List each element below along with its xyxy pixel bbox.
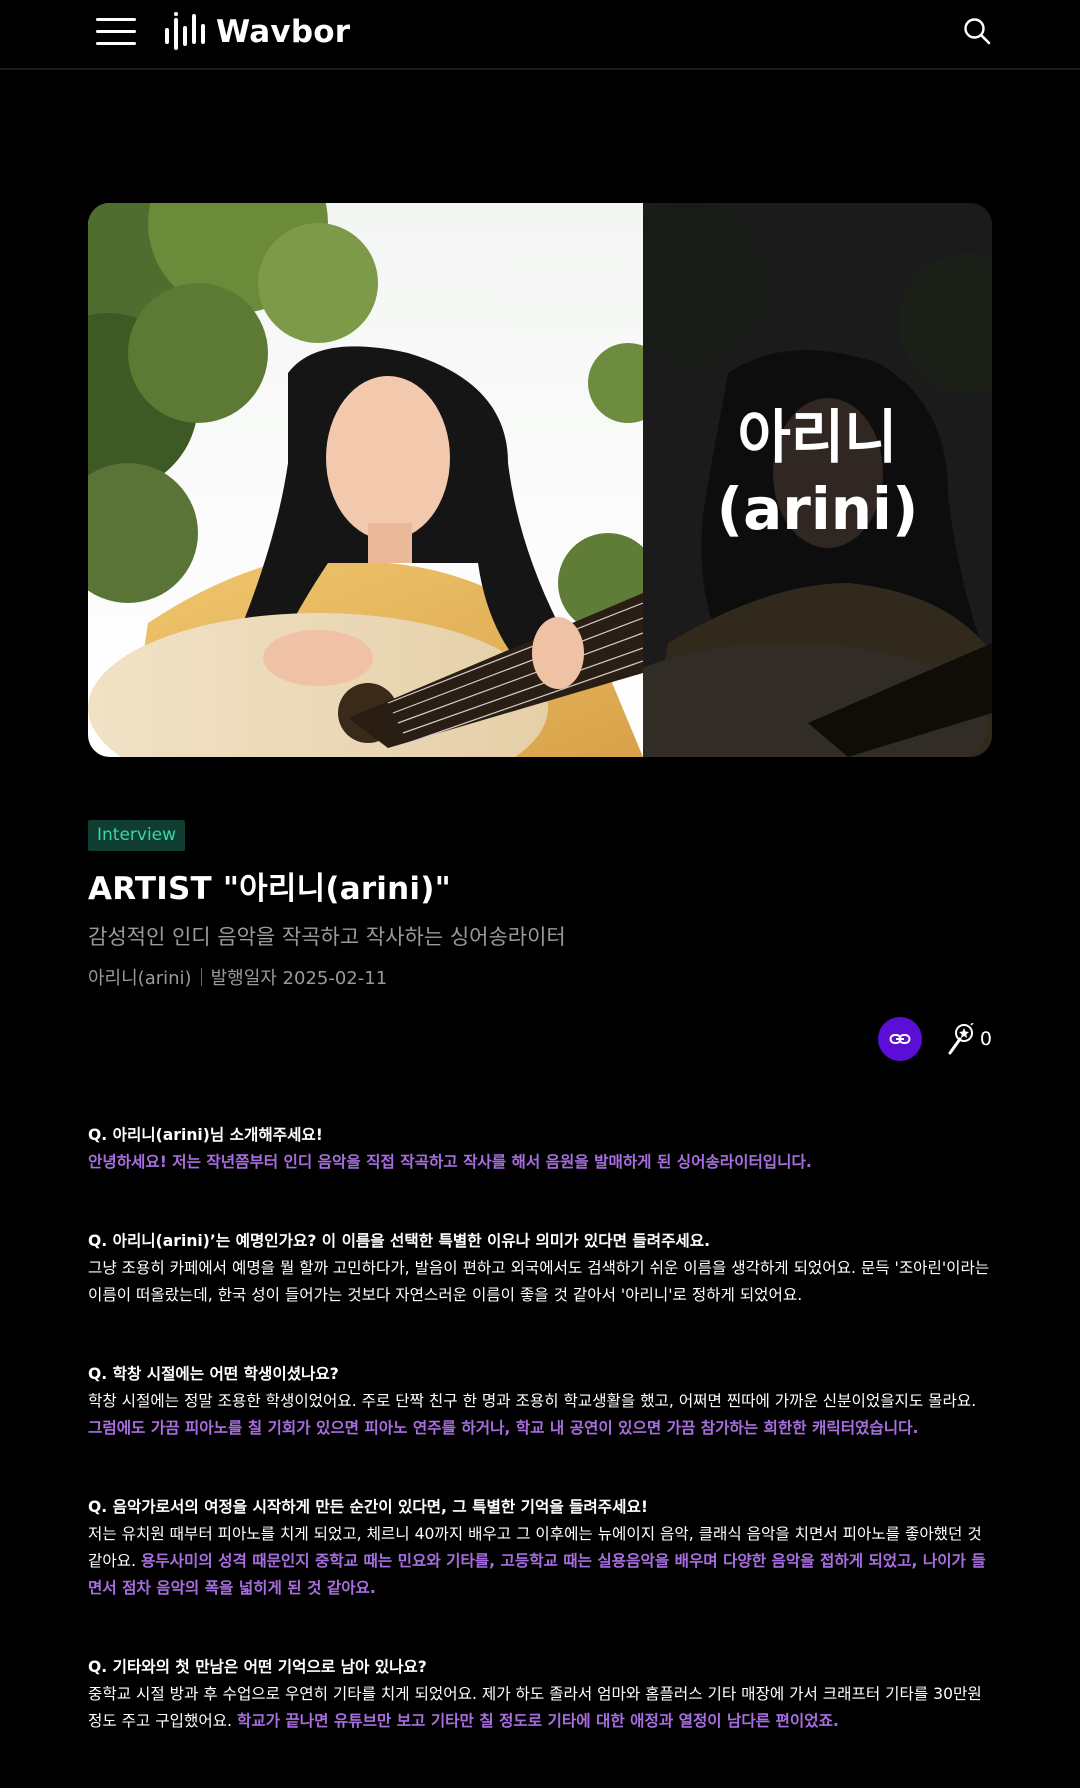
hamburger-icon-line — [96, 42, 136, 45]
qa-answer: 중학교 시절 방과 후 수업으로 우연히 기타를 치게 되었어요. 제가 하도 … — [88, 1681, 992, 1735]
hero-title-english: (arini) — [716, 475, 919, 543]
publish-date: 발행일자 2025-02-11 — [210, 968, 388, 989]
article-subtitle: 감성적인 인디 음악을 작곡하고 작사하는 싱어송라이터 — [88, 925, 566, 949]
qa-item: Q. 아리니(arini)’는 예명인가요? 이 이름을 선택한 특별한 이유나… — [88, 1228, 992, 1309]
category-badge[interactable]: Interview — [88, 820, 186, 851]
hero-artist-name: 아리니 (arini) — [643, 203, 992, 757]
qa-answer: 그냥 조용히 카페에서 예명을 뭘 할까 고민하다가, 발음이 편하고 외국에서… — [88, 1255, 992, 1309]
qa-answer-highlight: 안녕하세요! 저는 작년쯤부터 인디 음악을 직접 작곡하고 작사를 해서 음원… — [88, 1153, 812, 1171]
author-name: 아리니(arini) — [88, 968, 192, 989]
qa-answer-highlight: 그럼에도 가끔 피아노를 칠 기회가 있으면 피아노 연주를 하거나, 학교 내… — [88, 1419, 919, 1437]
cheer-button[interactable]: 0 — [946, 1023, 992, 1055]
qa-question: Q. 음악가로서의 여정을 시작하게 만든 순간이 있다면, 그 특별한 기억을… — [88, 1498, 648, 1516]
lightstick-icon — [948, 1023, 974, 1055]
qa-question: Q. 아리니(arini)’는 예명인가요? 이 이름을 선택한 특별한 이유나… — [88, 1232, 711, 1250]
qa-question: Q. 아리니(arini)님 소개해주세요! — [88, 1126, 323, 1144]
menu-button[interactable] — [96, 16, 136, 46]
link-icon — [889, 1034, 911, 1044]
byline-divider — [200, 968, 202, 986]
qa-answer-text: 학창 시절에는 정말 조용한 학생이었어요. 주로 단짝 친구 한 명과 조용히… — [88, 1392, 977, 1410]
qa-item: Q. 아리니(arini)님 소개해주세요! 안녕하세요! 저는 작년쯤부터 인… — [88, 1122, 992, 1176]
brand-name: Wavbor — [216, 14, 351, 50]
qa-answer-highlight: 용두사미의 성격 때문인지 중학교 때는 민요와 기타를, 고등학교 때는 실용… — [88, 1552, 986, 1597]
qa-item: Q. 학창 시절에는 어떤 학생이셨나요? 학창 시절에는 정말 조용한 학생이… — [88, 1361, 992, 1442]
search-button[interactable] — [962, 16, 992, 46]
article-title: ARTIST "아리니(arini)" — [88, 871, 451, 907]
qa-item: Q. 기타와의 첫 만남은 어떤 기억으로 남아 있나요? 중학교 시절 방과 … — [88, 1654, 992, 1735]
qa-answer: 저는 유치원 때부터 피아노를 치게 되었고, 체르니 40까지 배우고 그 이… — [88, 1521, 992, 1602]
qa-question: Q. 기타와의 첫 만남은 어떤 기억으로 남아 있나요? — [88, 1658, 427, 1676]
article-actions: 0 — [877, 1017, 992, 1061]
qa-item: Q. 음악가로서의 여정을 시작하게 만든 순간이 있다면, 그 특별한 기억을… — [88, 1494, 992, 1602]
hamburger-icon-line — [96, 18, 136, 21]
qa-answer: 학창 시절에는 정말 조용한 학생이었어요. 주로 단짝 친구 한 명과 조용히… — [88, 1388, 992, 1442]
qa-question: Q. 학창 시절에는 어떤 학생이셨나요? — [88, 1365, 339, 1383]
hero-banner: 아리니 (arini) — [88, 203, 992, 757]
brand-logo[interactable]: Wavbor — [164, 10, 350, 54]
hamburger-icon-line — [96, 30, 136, 33]
qa-answer: 안녕하세요! 저는 작년쯤부터 인디 음악을 직접 작곡하고 작사를 해서 음원… — [88, 1149, 992, 1176]
hero-title-korean: 아리니 — [737, 403, 898, 472]
wavbor-logo-icon — [165, 12, 205, 50]
qa-answer-highlight: 학교가 끝나면 유튜브만 보고 기타만 칠 정도로 기타에 대한 애정과 열정이… — [236, 1712, 839, 1730]
interview-qa-list: Q. 아리니(arini)님 소개해주세요! 안녕하세요! 저는 작년쯤부터 인… — [88, 1122, 992, 1787]
top-navigation-bar: Wavbor — [0, 0, 1080, 70]
byline: 아리니(arini) 발행일자 2025-02-11 — [88, 964, 387, 990]
search-icon — [964, 18, 991, 45]
cheer-count: 0 — [979, 1028, 992, 1050]
copy-link-button[interactable] — [877, 1017, 922, 1061]
qa-answer-text: 그냥 조용히 카페에서 예명을 뭘 할까 고민하다가, 발음이 편하고 외국에서… — [88, 1259, 990, 1304]
